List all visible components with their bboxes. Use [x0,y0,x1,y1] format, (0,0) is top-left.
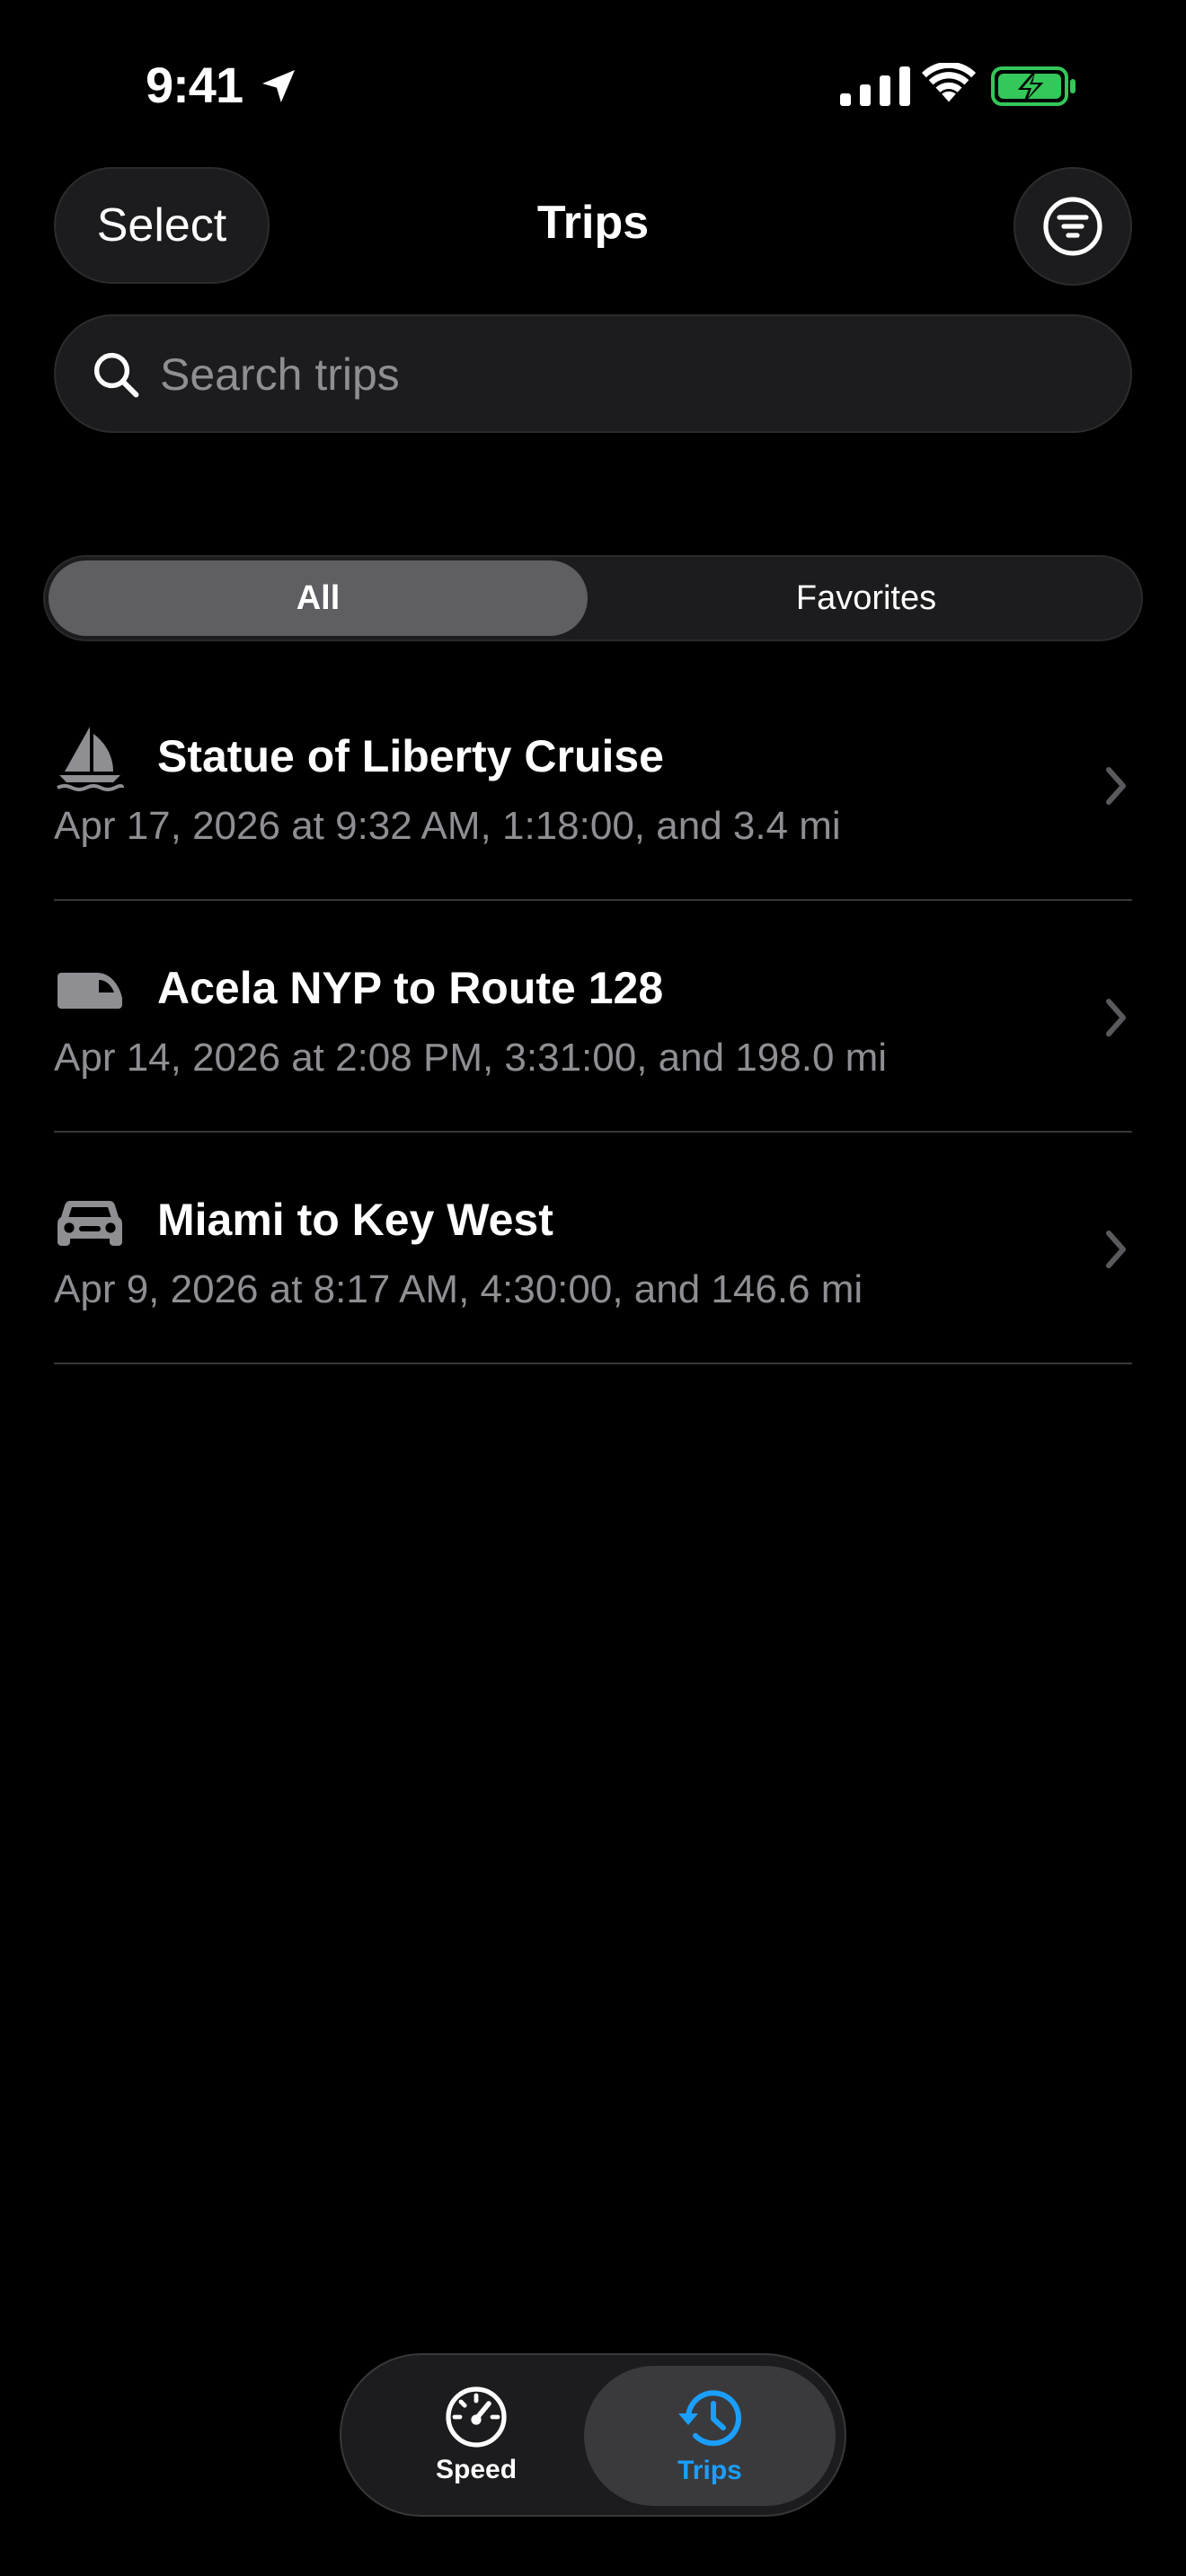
chevron-right-icon [1106,1231,1126,1268]
train-icon [58,973,122,1009]
trip-title: Acela NYP to Route 128 [157,963,664,1013]
trip-title: Statue of Liberty Cruise [157,731,664,781]
tab-trips[interactable]: Trips [584,2366,836,2506]
tab-bar: Speed Trips [340,2353,846,2517]
search-bar[interactable] [54,314,1132,433]
filter-circle-icon [1043,197,1102,256]
segment-favorites[interactable]: Favorites [595,560,1137,636]
segment-all[interactable]: All [49,560,588,636]
trip-title: Miami to Key West [157,1195,553,1245]
search-icon [93,352,139,398]
page-title: Trips [536,197,650,249]
chevron-right-icon [1106,999,1126,1037]
speedometer-icon [446,2386,507,2448]
row-divider [54,1363,1132,1364]
trip-details: Apr 17, 2026 at 9:32 AM, 1:18:00, and 3.… [54,804,841,848]
tab-speed-label: Speed [435,2455,518,2484]
trip-details: Apr 9, 2026 at 8:17 AM, 4:30:00, and 146… [54,1267,863,1311]
chevron-right-icon [1106,767,1126,805]
location-arrow-icon [262,70,295,102]
battery-charging-icon [991,66,1075,106]
car-icon [58,1201,122,1246]
trip-row[interactable]: Acela NYP to Route 128 Apr 14, 2026 at 2… [0,901,1186,1133]
tab-speed[interactable]: Speed [359,2368,593,2502]
status-time: 9:41 [146,57,243,113]
search-input[interactable] [160,343,1094,406]
segmented-control: All Favorites [43,555,1143,641]
trip-row[interactable]: Statue of Liberty Cruise Apr 17, 2026 at… [0,669,1186,901]
trips-screen: 9:41 Select Trips Search trips All Favor… [0,0,1186,2576]
select-button[interactable]: Select [54,167,270,284]
wifi-icon [921,63,977,102]
filter-button[interactable] [1013,167,1132,286]
tab-trips-label: Trips [677,2456,742,2485]
history-icon [678,2390,741,2447]
trip-list: Statue of Liberty Cruise Apr 17, 2026 at… [0,669,1186,1364]
trip-row[interactable]: Miami to Key West Apr 9, 2026 at 8:17 AM… [0,1133,1186,1364]
status-bar: 9:41 [0,0,1186,171]
sailboat-icon [57,727,124,791]
trip-details: Apr 14, 2026 at 2:08 PM, 3:31:00, and 19… [54,1036,888,1080]
cellular-signal-icon [840,66,910,106]
